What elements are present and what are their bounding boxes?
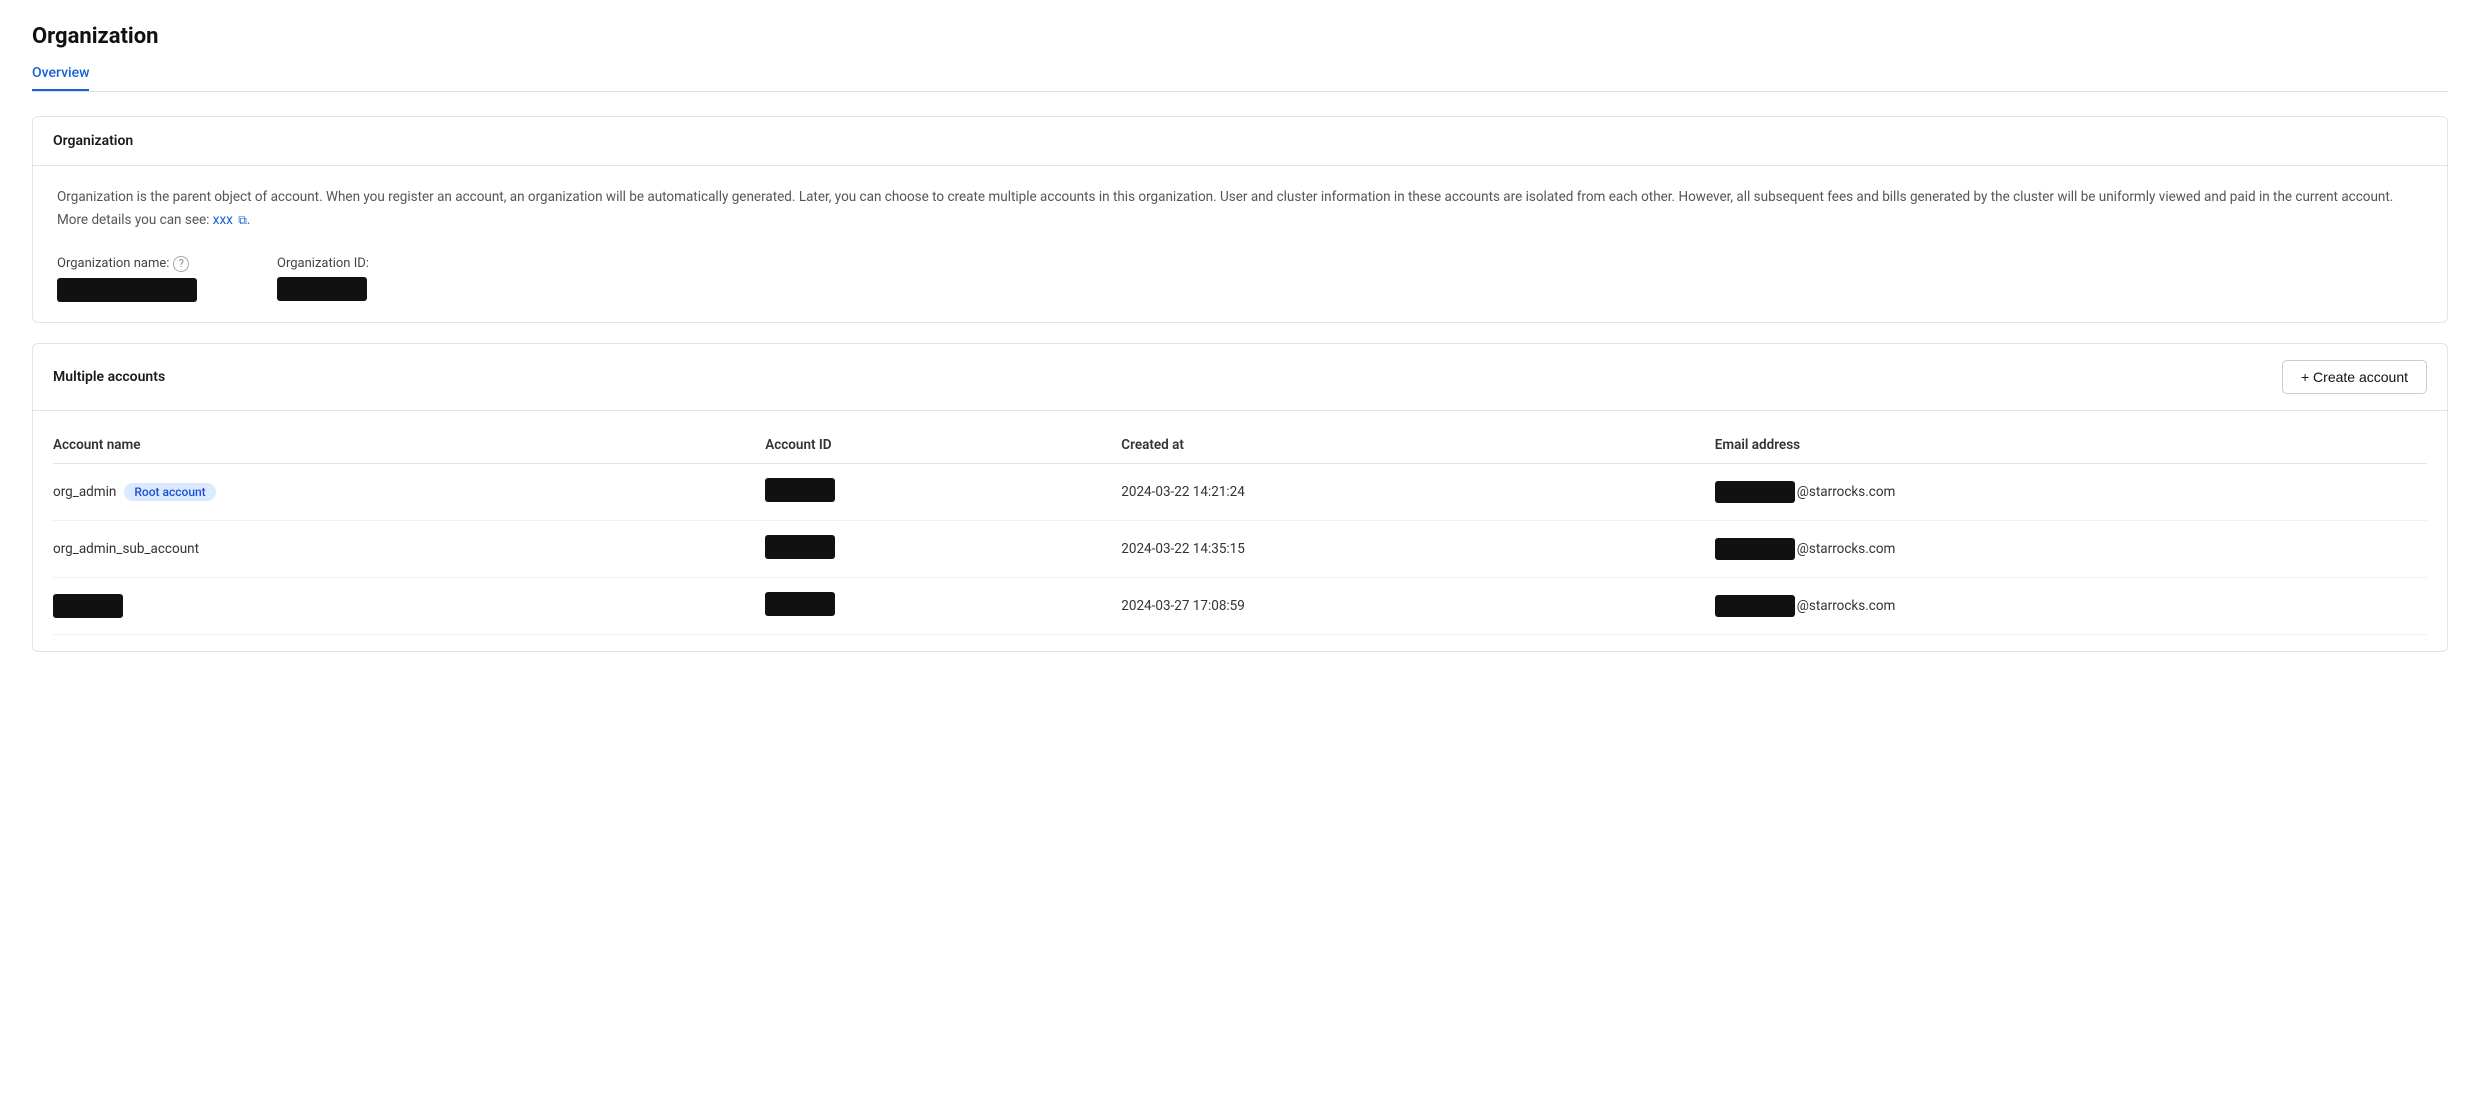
row1-email-suffix: @starrocks.com — [1797, 484, 1896, 500]
row2-id-value — [765, 535, 835, 559]
row2-email-content: @starrocks.com — [1715, 538, 2415, 560]
org-description-text1: Organization is the parent object of acc… — [57, 189, 2393, 228]
table-row: org_admin Root account 2024-03-22 14:21:… — [53, 463, 2427, 520]
row1-id-value — [765, 478, 835, 502]
org-name-label: Organization name: ? — [57, 256, 197, 272]
table-head: Account name Account ID Created at Email… — [53, 427, 2427, 464]
org-name-help-icon[interactable]: ? — [173, 256, 189, 272]
org-name-field: Organization name: ? — [57, 256, 197, 302]
row3-email-cell: @starrocks.com — [1715, 577, 2427, 634]
row2-email-cell: @starrocks.com — [1715, 520, 2427, 577]
row3-email-prefix — [1715, 595, 1795, 617]
multiple-accounts-title: Multiple accounts — [53, 369, 165, 385]
multiple-accounts-card: Multiple accounts + Create account Accou… — [32, 343, 2448, 652]
page-title: Organization — [32, 24, 2448, 49]
row2-name-cell: org_admin_sub_account — [53, 520, 765, 577]
row3-email-content: @starrocks.com — [1715, 595, 2415, 617]
multiple-accounts-header: Multiple accounts + Create account — [33, 344, 2447, 411]
row3-created-cell: 2024-03-27 17:08:59 — [1121, 577, 1715, 634]
col-header-email: Email address — [1715, 427, 2427, 464]
row3-name-cell — [53, 577, 765, 634]
org-section-header: Organization — [33, 117, 2447, 166]
row3-name-content — [53, 594, 753, 618]
col-header-created: Created at — [1121, 427, 1715, 464]
table-header-row: Account name Account ID Created at Email… — [53, 427, 2427, 464]
row1-account-name: org_admin — [53, 484, 116, 500]
row3-id-value — [765, 592, 835, 616]
create-account-button[interactable]: + Create account — [2282, 360, 2427, 394]
org-section-body: Organization is the parent object of acc… — [33, 166, 2447, 322]
org-id-label: Organization ID: — [277, 256, 369, 271]
row1-name-content: org_admin Root account — [53, 483, 753, 501]
org-description: Organization is the parent object of acc… — [57, 186, 2423, 232]
row2-account-name: org_admin_sub_account — [53, 541, 199, 557]
org-fields: Organization name: ? Organization ID: — [57, 256, 2423, 302]
row1-id-cell — [765, 463, 1121, 520]
external-link-icon: ⧉ — [238, 210, 247, 230]
row2-name-content: org_admin_sub_account — [53, 541, 753, 557]
org-description-text2: . — [247, 212, 251, 228]
page-container: Organization Overview Organization Organ… — [0, 0, 2480, 1118]
table-row: 2024-03-27 17:08:59 @starrocks.com — [53, 577, 2427, 634]
root-account-badge: Root account — [124, 483, 215, 501]
org-description-link[interactable]: xxx — [213, 212, 233, 228]
row1-created-cell: 2024-03-22 14:21:24 — [1121, 463, 1715, 520]
col-header-id: Account ID — [765, 427, 1121, 464]
row3-account-name-redacted — [53, 594, 123, 618]
col-header-name: Account name — [53, 427, 765, 464]
row1-email-cell: @starrocks.com — [1715, 463, 2427, 520]
table-row: org_admin_sub_account 2024-03-22 14:35:1… — [53, 520, 2427, 577]
table-body: org_admin Root account 2024-03-22 14:21:… — [53, 463, 2427, 634]
row2-email-prefix — [1715, 538, 1795, 560]
row1-email-content: @starrocks.com — [1715, 481, 2415, 503]
org-id-value — [277, 277, 367, 301]
row1-email-prefix — [1715, 481, 1795, 503]
row2-id-cell — [765, 520, 1121, 577]
row3-id-cell — [765, 577, 1121, 634]
tab-overview[interactable]: Overview — [32, 57, 89, 91]
accounts-table-container: Account name Account ID Created at Email… — [33, 411, 2447, 651]
row2-created-cell: 2024-03-22 14:35:15 — [1121, 520, 1715, 577]
org-section-card: Organization Organization is the parent … — [32, 116, 2448, 323]
org-id-field: Organization ID: — [277, 256, 369, 302]
org-name-value — [57, 278, 197, 302]
tabs-bar: Overview — [32, 57, 2448, 92]
row3-email-suffix: @starrocks.com — [1797, 598, 1896, 614]
accounts-table: Account name Account ID Created at Email… — [53, 427, 2427, 635]
row2-email-suffix: @starrocks.com — [1797, 541, 1896, 557]
row1-name-cell: org_admin Root account — [53, 463, 765, 520]
